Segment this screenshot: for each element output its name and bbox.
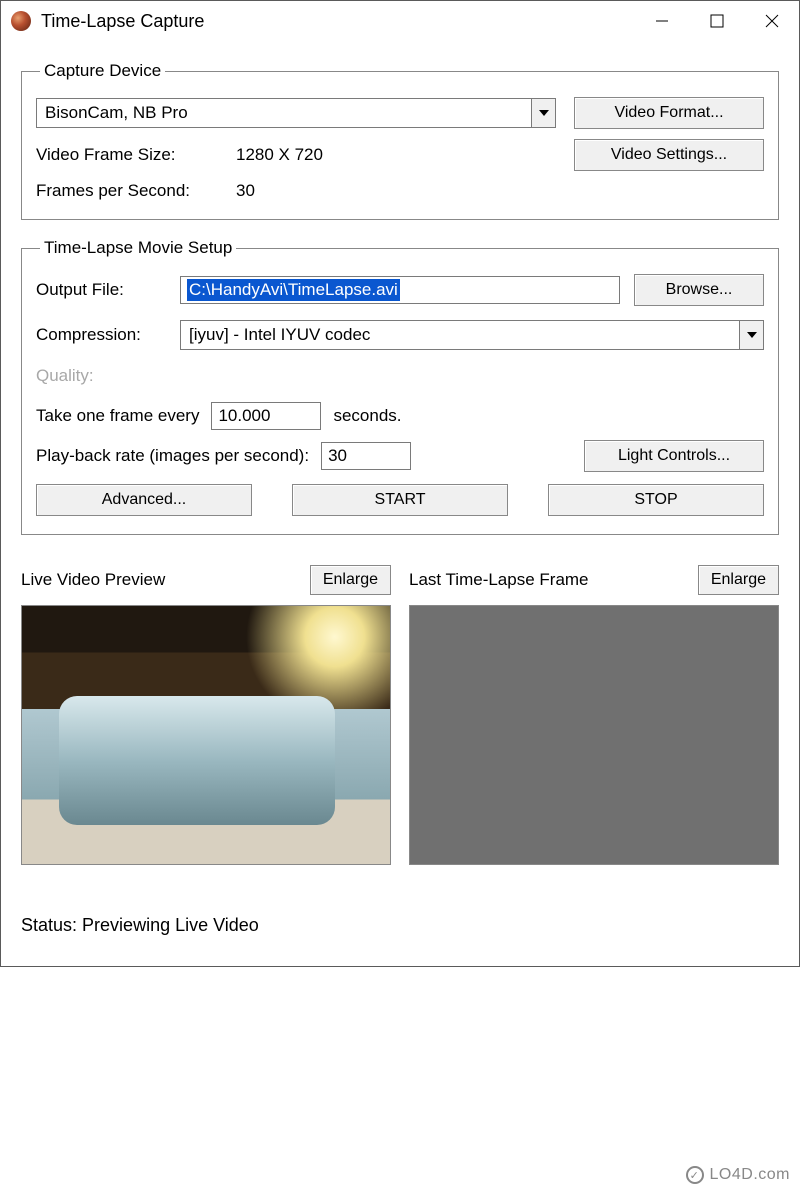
frame-interval-input[interactable]	[211, 402, 321, 430]
video-settings-button[interactable]: Video Settings...	[574, 139, 764, 171]
frame-interval-suffix: seconds.	[333, 406, 401, 426]
stop-button[interactable]: STOP	[548, 484, 764, 516]
frame-size-value: 1280 X 720	[236, 145, 323, 165]
live-preview-box	[21, 605, 391, 865]
start-button[interactable]: START	[292, 484, 508, 516]
minimize-button[interactable]	[634, 4, 689, 38]
client-area: Capture Device BisonCam, NB Pro Video Fo…	[1, 41, 799, 966]
app-window: Time-Lapse Capture Capture Device BisonC…	[0, 0, 800, 967]
device-select[interactable]: BisonCam, NB Pro	[36, 98, 556, 128]
compression-select[interactable]: [iyuv] - Intel IYUV codec	[180, 320, 764, 350]
output-file-input[interactable]: C:\HandyAvi\TimeLapse.avi	[180, 276, 620, 304]
movie-setup-legend: Time-Lapse Movie Setup	[40, 238, 236, 258]
chevron-down-icon	[739, 321, 763, 349]
advanced-button[interactable]: Advanced...	[36, 484, 252, 516]
live-preview-image	[22, 606, 390, 864]
window-controls	[634, 4, 799, 38]
minimize-icon	[655, 14, 669, 28]
device-select-value: BisonCam, NB Pro	[45, 103, 531, 123]
playback-rate-input[interactable]	[321, 442, 411, 470]
last-frame-label: Last Time-Lapse Frame	[409, 570, 589, 590]
close-icon	[765, 14, 779, 28]
light-controls-button[interactable]: Light Controls...	[584, 440, 764, 472]
live-preview-column: Live Video Preview Enlarge	[21, 565, 391, 865]
close-button[interactable]	[744, 4, 799, 38]
fps-value: 30	[236, 181, 255, 201]
frame-size-label: Video Frame Size:	[36, 145, 236, 165]
last-frame-column: Last Time-Lapse Frame Enlarge	[409, 565, 779, 865]
chevron-down-icon	[531, 99, 555, 127]
compression-label: Compression:	[36, 325, 166, 345]
movie-setup-group: Time-Lapse Movie Setup Output File: C:\H…	[21, 238, 779, 535]
status-row: Status: Previewing Live Video	[21, 915, 779, 936]
titlebar: Time-Lapse Capture	[1, 1, 799, 41]
playback-rate-label: Play-back rate (images per second):	[36, 446, 309, 466]
quality-label: Quality:	[36, 366, 94, 386]
output-file-value: C:\HandyAvi\TimeLapse.avi	[187, 279, 400, 301]
live-preview-label: Live Video Preview	[21, 570, 165, 590]
enlarge-last-button[interactable]: Enlarge	[698, 565, 779, 595]
last-frame-box	[409, 605, 779, 865]
capture-device-legend: Capture Device	[40, 61, 165, 81]
status-value: Previewing Live Video	[82, 915, 259, 935]
window-title: Time-Lapse Capture	[41, 11, 634, 32]
enlarge-live-button[interactable]: Enlarge	[310, 565, 391, 595]
watermark-icon: ✓	[686, 1166, 704, 1184]
output-file-label: Output File:	[36, 280, 166, 300]
watermark-text: LO4D.com	[710, 1166, 790, 1184]
app-icon	[11, 11, 31, 31]
watermark: ✓ LO4D.com	[686, 1166, 790, 1184]
maximize-icon	[710, 14, 724, 28]
frame-interval-prefix: Take one frame every	[36, 406, 199, 426]
browse-button[interactable]: Browse...	[634, 274, 764, 306]
compression-value: [iyuv] - Intel IYUV codec	[189, 325, 739, 345]
maximize-button[interactable]	[689, 4, 744, 38]
status-label: Status:	[21, 915, 77, 935]
fps-label: Frames per Second:	[36, 181, 236, 201]
capture-device-group: Capture Device BisonCam, NB Pro Video Fo…	[21, 61, 779, 220]
preview-row: Live Video Preview Enlarge Last Time-Lap…	[21, 565, 779, 865]
video-format-button[interactable]: Video Format...	[574, 97, 764, 129]
